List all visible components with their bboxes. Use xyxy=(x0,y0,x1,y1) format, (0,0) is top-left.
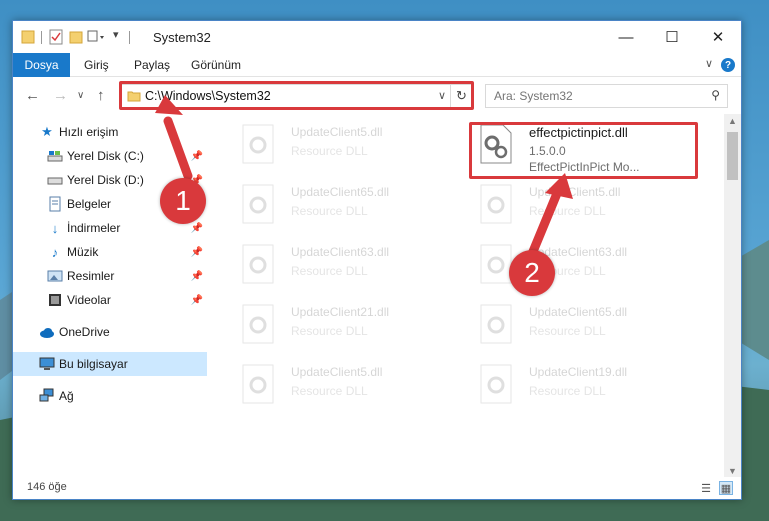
step-1-badge: 1 xyxy=(160,178,206,224)
arrow-2-shaft xyxy=(527,186,563,259)
arrow-1-head xyxy=(155,95,183,115)
arrow-1-shaft xyxy=(163,116,193,181)
step-2-badge: 2 xyxy=(509,250,555,296)
arrow-2-head xyxy=(545,173,573,199)
file-explorer-window: ▾ System32 — ☐ ✕ Dosya Giriş Paylaş Görü… xyxy=(12,20,742,500)
annotation-overlay xyxy=(155,95,573,259)
